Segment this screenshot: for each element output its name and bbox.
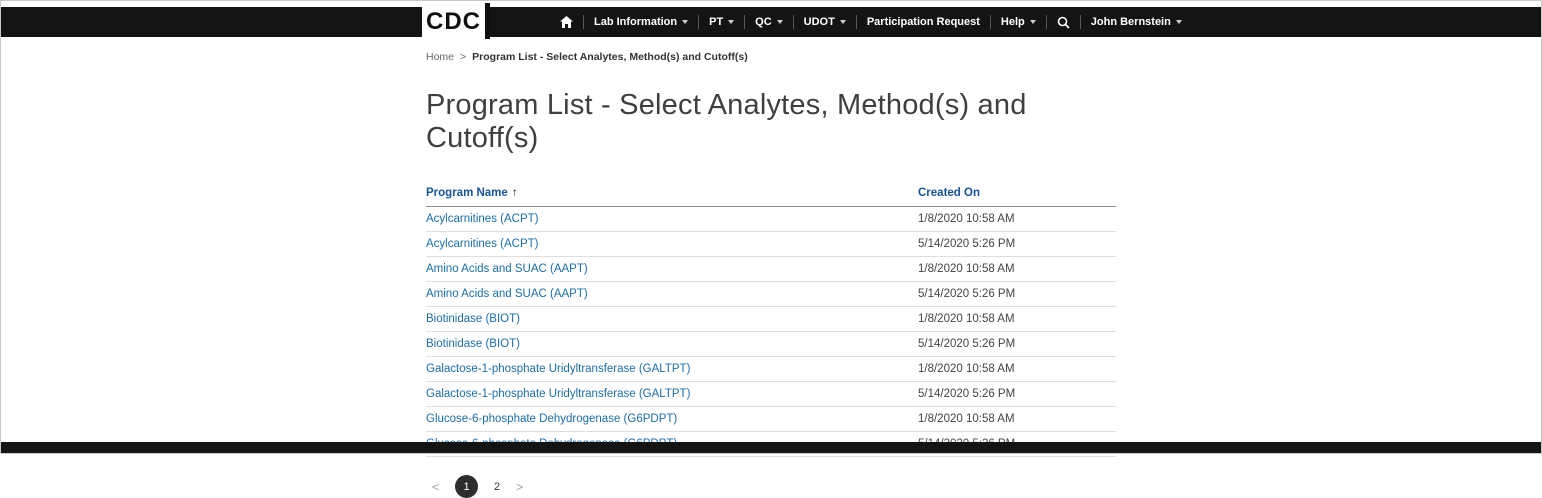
table-header-row: Program Name ↑ Created On: [426, 181, 1116, 207]
created-on-value: 1/8/2020 10:58 AM: [918, 307, 1116, 332]
pagination-prev-button[interactable]: <: [432, 480, 439, 494]
nav-home[interactable]: [550, 7, 583, 37]
table-row: Galactose-1-phosphate Uridyltransferase …: [426, 382, 1116, 407]
created-on-value: 5/14/2020 5:26 PM: [918, 332, 1116, 357]
footer-bar: [1, 442, 1541, 453]
program-link[interactable]: Biotinidase (BIOT): [426, 313, 520, 325]
nav-item-label: Lab Information: [594, 16, 677, 28]
table-row: Biotinidase (BIOT) 1/8/2020 10:58 AM: [426, 307, 1116, 332]
created-on-value: 5/14/2020 5:26 PM: [918, 382, 1116, 407]
chevron-down-icon: [682, 20, 688, 24]
table-row: Amino Acids and SUAC (AAPT) 5/14/2020 5:…: [426, 282, 1116, 307]
created-on-value: 5/14/2020 5:26 PM: [918, 232, 1116, 257]
program-link[interactable]: Galactose-1-phosphate Uridyltransferase …: [426, 363, 690, 375]
program-table: Program Name ↑ Created On Acylcarnitines …: [426, 181, 1116, 457]
column-header-created-on[interactable]: Created On: [918, 181, 1116, 207]
program-link[interactable]: Amino Acids and SUAC (AAPT): [426, 263, 588, 275]
pagination-page-2[interactable]: 2: [494, 481, 500, 493]
cdc-logo[interactable]: CDC: [422, 3, 490, 39]
chevron-down-icon: [1030, 20, 1036, 24]
created-on-value: 1/8/2020 10:58 AM: [918, 257, 1116, 282]
column-header-program-name[interactable]: Program Name ↑: [426, 181, 918, 207]
page-title: Program List - Select Analytes, Method(s…: [426, 89, 1116, 155]
nav-pt[interactable]: PT: [699, 7, 744, 37]
breadcrumb: Home > Program List - Select Analytes, M…: [426, 51, 1116, 63]
nav-item-label: QC: [755, 16, 772, 28]
home-icon: [560, 16, 573, 28]
breadcrumb-separator: >: [460, 51, 466, 63]
program-link[interactable]: Acylcarnitines (ACPT): [426, 238, 538, 250]
nav-item-label: Participation Request: [867, 16, 980, 28]
created-on-value: 1/8/2020 10:58 AM: [918, 357, 1116, 382]
chevron-down-icon: [777, 20, 783, 24]
pagination: < 1 2 >: [426, 475, 1116, 498]
breadcrumb-current: Program List - Select Analytes, Method(s…: [472, 51, 748, 63]
user-name-label: John Bernstein: [1091, 16, 1171, 28]
nav-menu: Lab Information PT QC UDOT Participation…: [550, 7, 1192, 37]
column-label: Created On: [918, 187, 980, 199]
program-link[interactable]: Galactose-1-phosphate Uridyltransferase …: [426, 388, 690, 400]
table-row: Acylcarnitines (ACPT) 5/14/2020 5:26 PM: [426, 232, 1116, 257]
nav-inner: CDC Lab Information PT QC: [422, 7, 1142, 37]
chevron-down-icon: [728, 20, 734, 24]
nav-participation-request[interactable]: Participation Request: [857, 7, 990, 37]
top-navigation: CDC Lab Information PT QC: [1, 7, 1541, 37]
nav-qc[interactable]: QC: [745, 7, 793, 37]
chevron-down-icon: [840, 20, 846, 24]
table-row: Biotinidase (BIOT) 5/14/2020 5:26 PM: [426, 332, 1116, 357]
nav-udot[interactable]: UDOT: [794, 7, 856, 37]
column-label: Program Name: [426, 187, 508, 199]
chevron-down-icon: [1176, 20, 1182, 24]
table-row: Galactose-1-phosphate Uridyltransferase …: [426, 357, 1116, 382]
nav-item-label: PT: [709, 16, 723, 28]
nav-item-label: Help: [1001, 16, 1025, 28]
created-on-value: 1/8/2020 10:58 AM: [918, 407, 1116, 432]
nav-lab-information[interactable]: Lab Information: [584, 7, 698, 37]
main-content: Home > Program List - Select Analytes, M…: [426, 51, 1116, 498]
pagination-next-button[interactable]: >: [516, 480, 523, 494]
program-link[interactable]: Amino Acids and SUAC (AAPT): [426, 288, 588, 300]
nav-user-menu[interactable]: John Bernstein: [1081, 7, 1192, 37]
sort-asc-icon: ↑: [512, 187, 518, 199]
table-row: Amino Acids and SUAC (AAPT) 1/8/2020 10:…: [426, 257, 1116, 282]
search-icon: [1057, 16, 1070, 29]
table-row: Glucose-6-phosphate Dehydrogenase (G6PDP…: [426, 407, 1116, 432]
program-link[interactable]: Acylcarnitines (ACPT): [426, 213, 538, 225]
program-link[interactable]: Glucose-6-phosphate Dehydrogenase (G6PDP…: [426, 413, 677, 425]
program-link[interactable]: Biotinidase (BIOT): [426, 338, 520, 350]
nav-help[interactable]: Help: [991, 7, 1046, 37]
nav-search[interactable]: [1047, 7, 1080, 37]
table-row: Acylcarnitines (ACPT) 1/8/2020 10:58 AM: [426, 207, 1116, 232]
breadcrumb-home-link[interactable]: Home: [426, 51, 454, 63]
created-on-value: 5/14/2020 5:26 PM: [918, 282, 1116, 307]
pagination-page-1[interactable]: 1: [455, 475, 478, 498]
created-on-value: 1/8/2020 10:58 AM: [918, 207, 1116, 232]
nav-item-label: UDOT: [804, 16, 835, 28]
